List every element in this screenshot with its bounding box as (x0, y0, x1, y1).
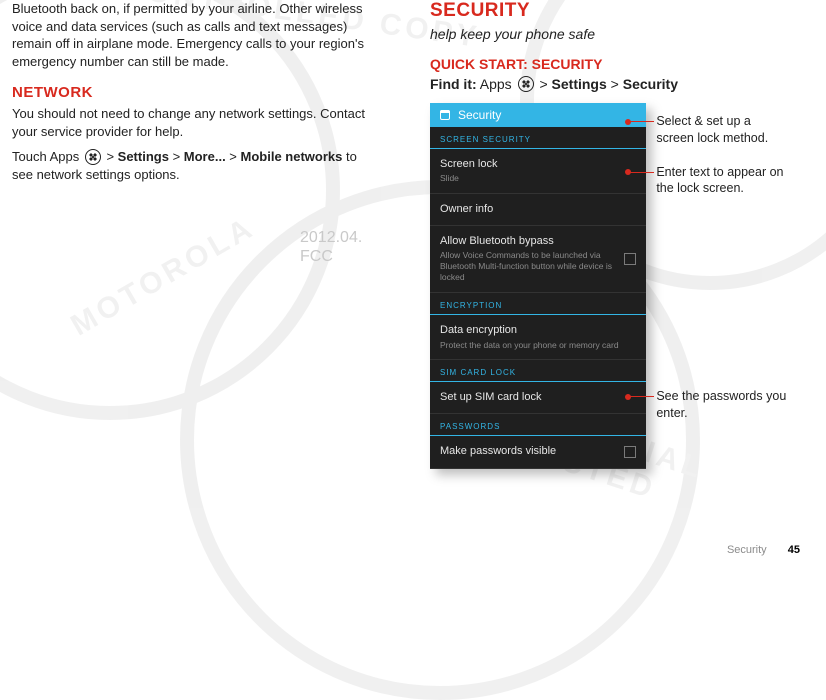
row-bluetooth-bypass[interactable]: Allow Bluetooth bypass Allow Voice Comma… (430, 226, 646, 293)
leader-line (630, 396, 654, 397)
callout-passwords: See the passwords you enter. (656, 388, 788, 421)
security-icon (438, 108, 452, 122)
leader-line (630, 172, 654, 173)
row-title: Owner info (440, 203, 636, 216)
row-title: Allow Bluetooth bypass (440, 235, 636, 248)
phone-titlebar: Security (430, 103, 646, 127)
row-desc: Slide (440, 173, 636, 184)
page-number: 45 (788, 544, 800, 556)
row-pw-visible[interactable]: Make passwords visible (430, 436, 646, 468)
network-path-text: Touch Apps > Settings > More... > Mobile… (12, 148, 370, 183)
checkbox-icon[interactable] (624, 253, 636, 265)
callout-screen-lock: Select & set up a screen lock method. (656, 113, 788, 146)
row-desc: Protect the data on your phone or memory… (440, 340, 636, 351)
row-data-encryption[interactable]: Data encryption Protect the data on your… (430, 315, 646, 360)
row-title: Data encryption (440, 324, 636, 337)
row-sim-lock[interactable]: Set up SIM card lock (430, 382, 646, 414)
row-title: Screen lock (440, 158, 636, 171)
security-subhead: help keep your phone safe (430, 26, 788, 42)
checkbox-icon[interactable] (624, 446, 636, 458)
row-title: Set up SIM card lock (440, 391, 636, 404)
page-footer: Security 45 (727, 544, 800, 556)
section-passwords: PASSWORDS (430, 414, 646, 436)
section-screen-security: SCREEN SECURITY (430, 127, 646, 149)
leader-line (630, 121, 654, 122)
quickstart-heading: QUICK START: SECURITY (430, 56, 788, 72)
row-screen-lock[interactable]: Screen lock Slide (430, 149, 646, 194)
row-title: Make passwords visible (440, 445, 636, 458)
phone-screenshot: Security SCREEN SECURITY Screen lock Sli… (430, 103, 646, 468)
apps-icon (85, 149, 101, 165)
row-owner-info[interactable]: Owner info (430, 194, 646, 226)
section-encryption: ENCRYPTION (430, 293, 646, 315)
network-text: You should not need to change any networ… (12, 105, 370, 140)
callout-owner-info: Enter text to appear on the lock screen. (656, 164, 788, 197)
callouts: Select & set up a screen lock method. En… (656, 113, 788, 421)
airplane-mode-text: Bluetooth back on, if permitted by your … (12, 0, 370, 70)
phone-title: Security (458, 108, 501, 122)
network-heading: NETWORK (12, 84, 370, 101)
security-heading: SECURITY (430, 0, 788, 22)
row-desc: Allow Voice Commands to be launched via … (440, 250, 636, 282)
left-column: Bluetooth back on, if permitted by your … (0, 0, 400, 469)
right-column: SECURITY help keep your phone safe QUICK… (400, 0, 800, 469)
section-sim-lock: SIM CARD LOCK (430, 360, 646, 382)
footer-label: Security (727, 544, 767, 556)
find-it-line: Find it: Apps > Settings > Security (430, 76, 788, 93)
apps-icon (518, 76, 534, 92)
